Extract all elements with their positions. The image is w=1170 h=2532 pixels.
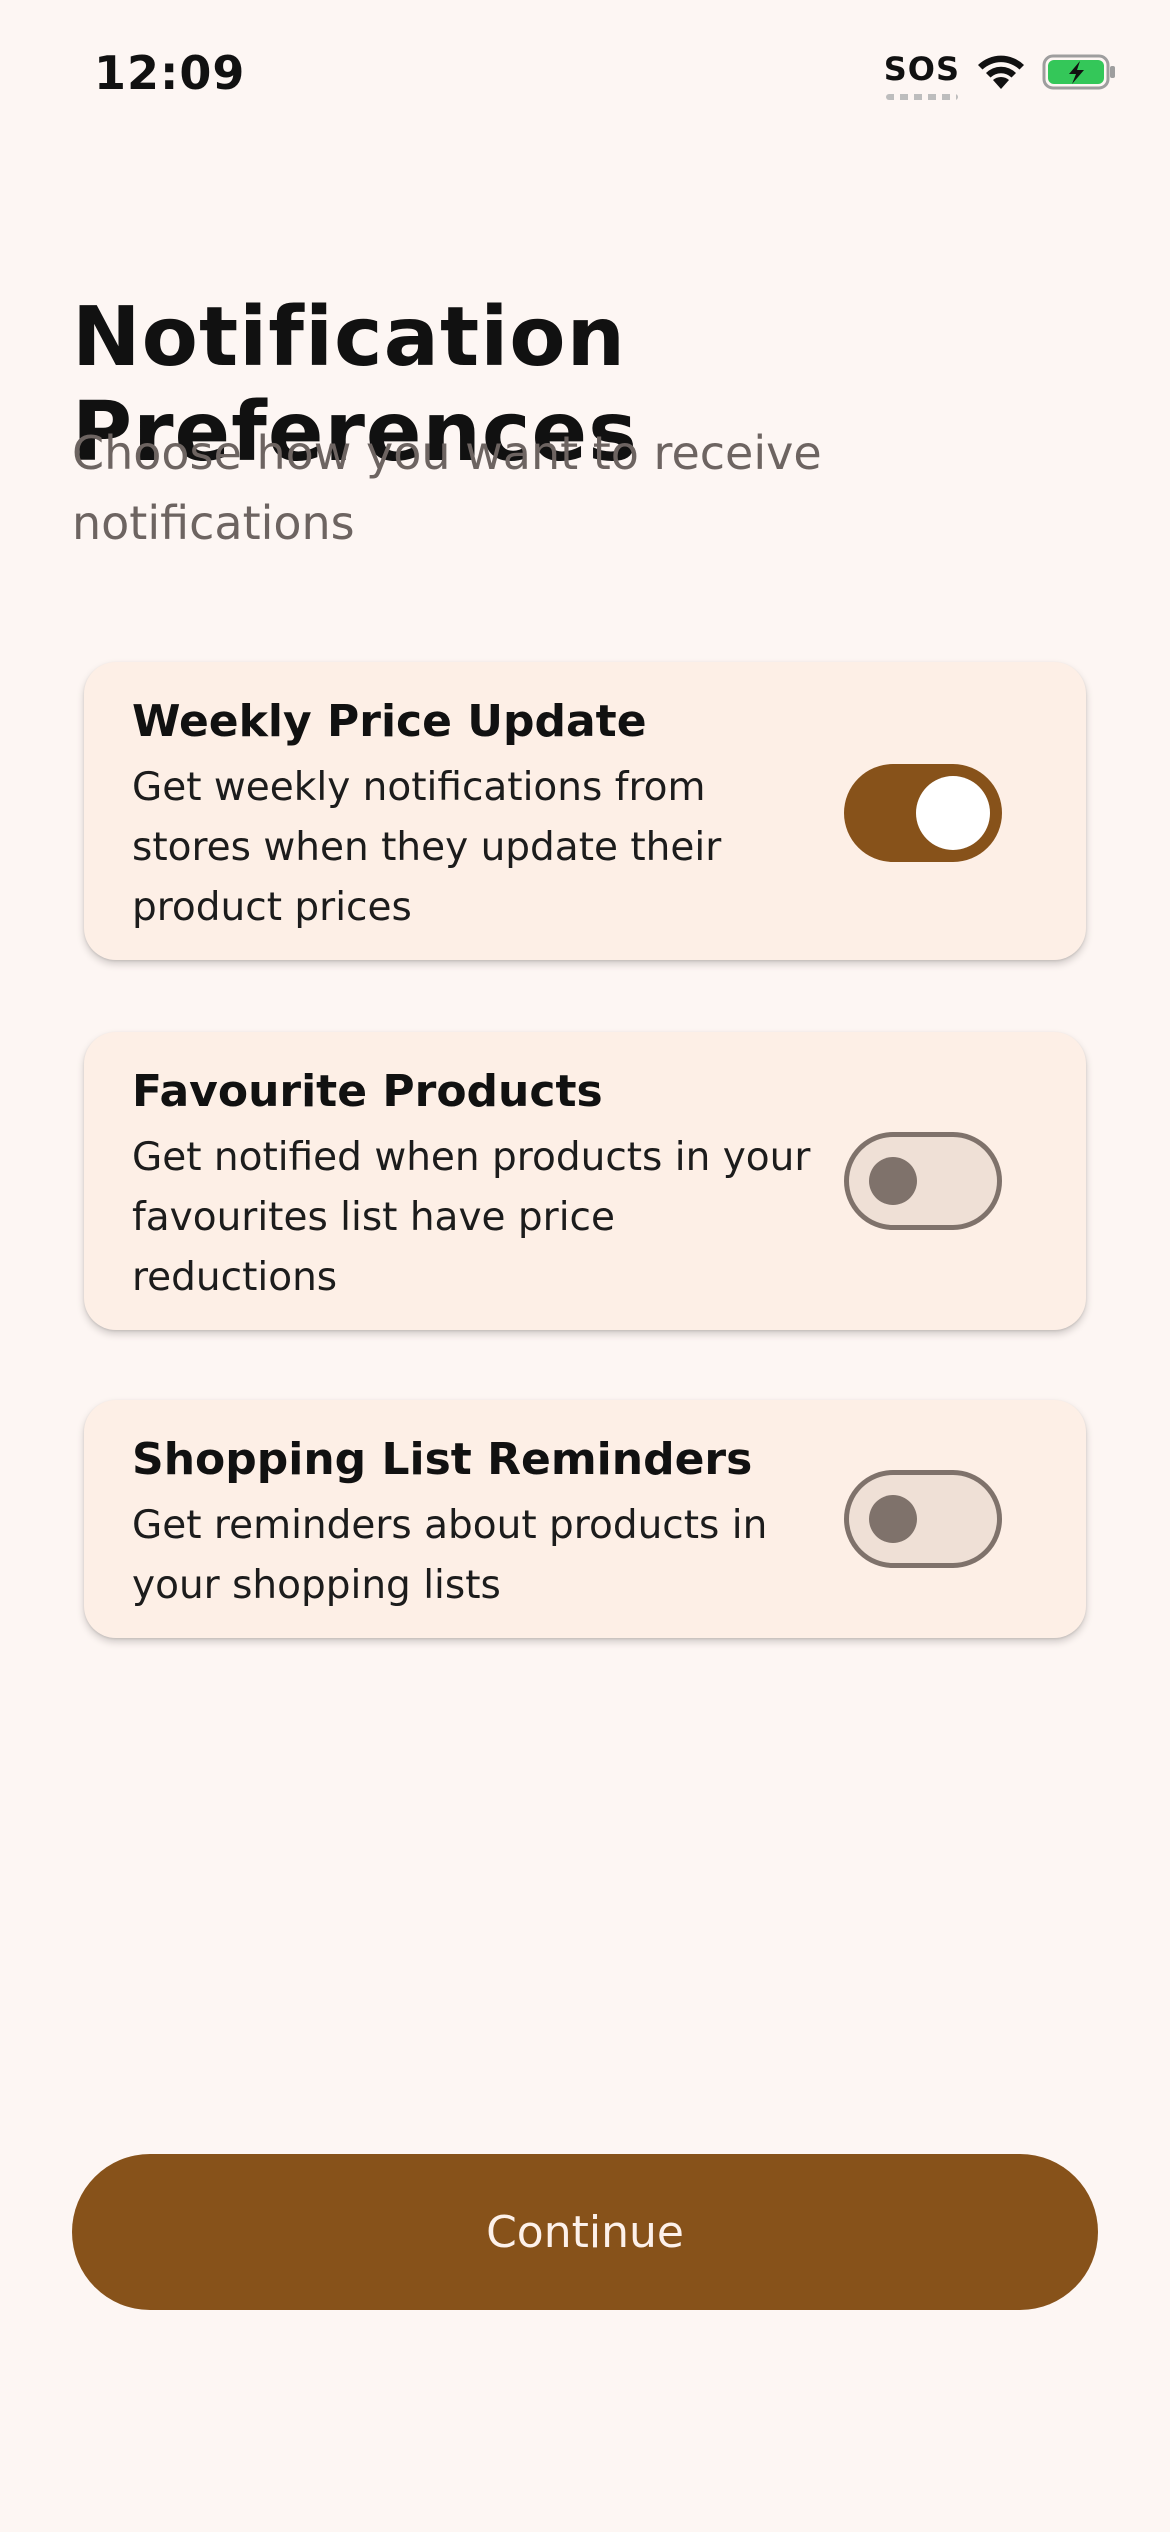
battery-charging-icon bbox=[1042, 53, 1118, 91]
favourite-products-toggle[interactable] bbox=[844, 1132, 1002, 1230]
preference-description: Get notified when products in your favou… bbox=[132, 1135, 811, 1300]
status-time: 12:09 bbox=[94, 46, 246, 100]
preference-title: Favourite Products bbox=[132, 1066, 603, 1117]
preference-card-favourite-products: Favourite Products Get notified when pro… bbox=[84, 1032, 1086, 1330]
toggle-knob bbox=[916, 776, 990, 850]
wifi-icon bbox=[976, 53, 1026, 91]
status-icons: SOS bbox=[884, 50, 1118, 100]
shopping-list-reminders-toggle[interactable] bbox=[844, 1470, 1002, 1568]
toggle-knob bbox=[869, 1495, 917, 1543]
preference-description: Get weekly notifications from stores whe… bbox=[132, 765, 722, 930]
weekly-price-update-toggle[interactable] bbox=[844, 764, 1002, 862]
sos-indicator: SOS bbox=[884, 50, 960, 100]
page-subtitle: Choose how you want to receive notificat… bbox=[72, 426, 822, 550]
toggle-knob bbox=[869, 1157, 917, 1205]
preference-card-weekly-price-update: Weekly Price Update Get weekly notificat… bbox=[84, 662, 1086, 960]
status-bar: 12:09 SOS bbox=[0, 0, 1170, 150]
continue-button[interactable]: Continue bbox=[72, 2154, 1098, 2310]
preference-title: Weekly Price Update bbox=[132, 696, 647, 747]
preference-card-shopping-list-reminders: Shopping List Reminders Get reminders ab… bbox=[84, 1400, 1086, 1638]
preference-description: Get reminders about products in your sho… bbox=[132, 1503, 768, 1608]
